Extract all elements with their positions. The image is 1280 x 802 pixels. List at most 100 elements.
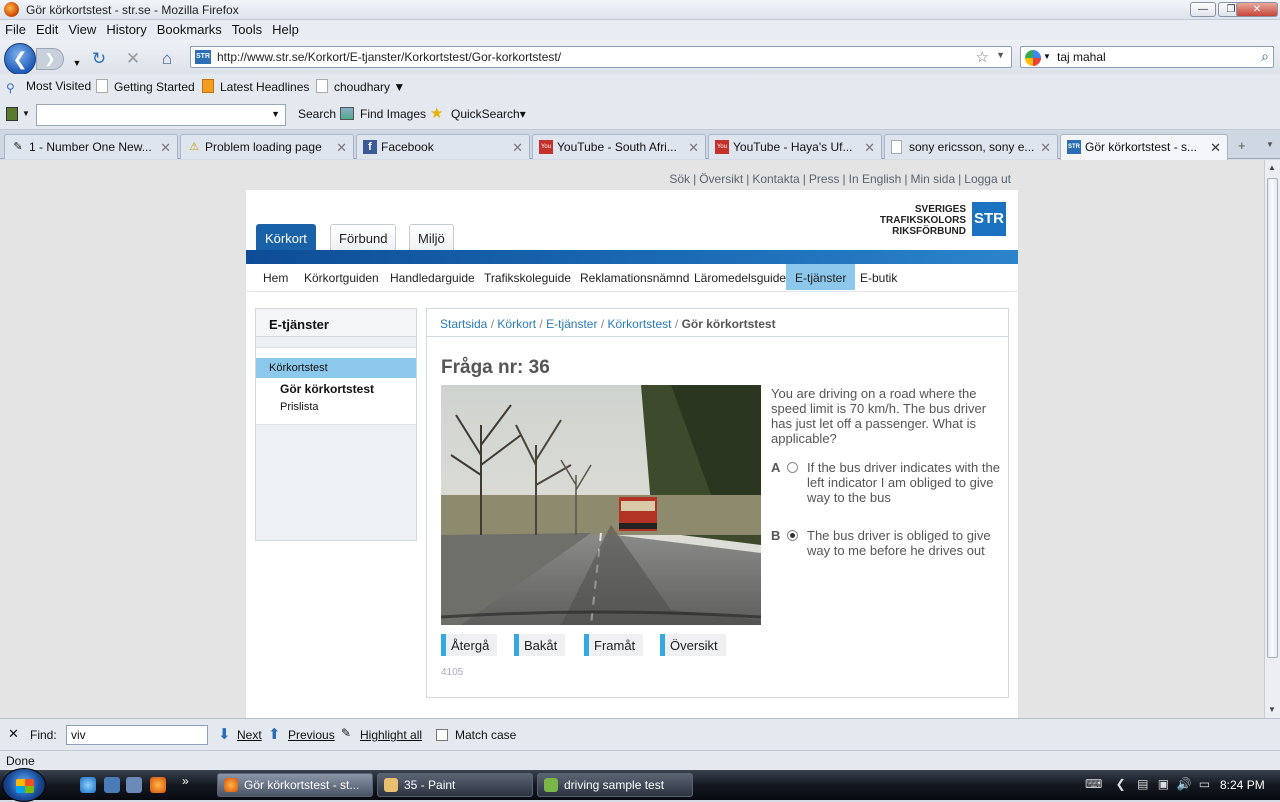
taskbar-driving-sample-test[interactable]: driving sample test [537, 773, 693, 797]
url-text[interactable]: http://www.str.se/Korkort/E-tjanster/Kor… [217, 50, 561, 64]
menu-file[interactable]: File [0, 20, 31, 37]
taskbar-paint[interactable]: 35 - Paint [377, 773, 533, 797]
firefox-quicklaunch-icon[interactable] [150, 777, 166, 793]
keyboard-icon[interactable]: ⌨ [1085, 777, 1102, 791]
menu-bookmarks[interactable]: Bookmarks [152, 20, 227, 37]
link-sok[interactable]: Sök [669, 172, 690, 186]
tab-list-icon[interactable]: ▼ [1266, 140, 1274, 149]
search-engine-dropdown-icon[interactable]: ▼ [1043, 52, 1051, 61]
close-find-icon[interactable]: ✕ [8, 726, 19, 742]
tab-number-one[interactable]: ✎ 1 - Number One New... ✕ [4, 134, 178, 159]
atergaa-button[interactable]: Återgå [441, 634, 498, 656]
scroll-down-icon[interactable]: ▼ [1268, 705, 1276, 714]
match-case-label[interactable]: Match case [455, 728, 516, 742]
breadcrumb-korkortstest[interactable]: Körkortstest [608, 317, 672, 331]
url-bar[interactable]: STR http://www.str.se/Korkort/E-tjanster… [190, 46, 1012, 68]
tab-gor-korkortstest[interactable]: STR Gör körkortstest - s... ✕ [1060, 134, 1228, 160]
scroll-up-icon[interactable]: ▲ [1268, 163, 1276, 172]
google-icon[interactable] [1025, 50, 1041, 66]
subnav-handledarguide[interactable]: Handledarguide [381, 264, 484, 290]
link-kontakta[interactable]: Kontakta [752, 172, 799, 186]
toolbar-search-button[interactable]: Search [298, 107, 336, 121]
bookmark-most-visited[interactable]: ⚲ Most Visited [6, 79, 91, 95]
link-min-sida[interactable]: Min sida [910, 172, 955, 186]
tab-sony-ericsson[interactable]: sony ericsson, sony e... ✕ [884, 134, 1058, 159]
subnav-laromedelsguide[interactable]: Läromedelsguide [685, 264, 795, 290]
sidebar-item-prislista[interactable]: Prislista [280, 401, 319, 413]
toolbar-search-combo[interactable]: ▼ [36, 104, 286, 126]
tab-problem-loading[interactable]: ⚠ Problem loading page ✕ [180, 134, 354, 159]
find-images-button[interactable]: Find Images [360, 107, 426, 121]
str-logo[interactable]: SVERIGES TRAFIKSKOLORS RIKSFÖRBUND STR [876, 202, 1006, 238]
scroll-thumb[interactable] [1267, 178, 1278, 658]
link-logga-ut[interactable]: Logga ut [964, 172, 1011, 186]
chevron-down-icon[interactable]: ▼ [271, 109, 280, 119]
subnav-e-tjanster[interactable]: E-tjänster [786, 264, 856, 290]
taskbar-clock[interactable]: 8:24 PM [1220, 778, 1265, 792]
header-tab-miljo[interactable]: Miljö [409, 224, 454, 250]
vertical-scrollbar[interactable]: ▲ ▼ [1264, 160, 1280, 718]
quicksearch-button[interactable]: QuickSearch▾ [451, 107, 526, 121]
subnav-reklamationsnamnd[interactable]: Reklamationsnämnd [571, 264, 698, 290]
match-case-checkbox[interactable] [436, 729, 448, 741]
find-previous-button[interactable]: Previous [288, 728, 335, 742]
link-oversikt[interactable]: Översikt [699, 172, 743, 186]
link-press[interactable]: Press [809, 172, 840, 186]
header-tab-forbund[interactable]: Förbund [330, 224, 397, 250]
tab-close-icon[interactable]: ✕ [1210, 140, 1221, 156]
search-icon[interactable]: ⌕ [1261, 48, 1269, 65]
tab-close-icon[interactable]: ✕ [336, 140, 347, 156]
history-dropdown-icon[interactable]: ▼ [66, 52, 88, 74]
oversikt-button[interactable]: Översikt [660, 634, 726, 656]
bookmark-latest-headlines[interactable]: Latest Headlines [202, 79, 309, 94]
show-desktop-icon[interactable] [104, 777, 120, 793]
tray-expand-icon[interactable]: ❮ [1116, 777, 1126, 791]
taskbar-firefox[interactable]: Gör körkortstest - st... [217, 773, 373, 797]
tab-facebook[interactable]: f Facebook ✕ [356, 134, 530, 159]
highlight-all-button[interactable]: Highlight all [360, 728, 422, 742]
subnav-trafikskoleguide[interactable]: Trafikskoleguide [475, 264, 580, 290]
bookmark-choudhary[interactable]: choudhary ▼ [316, 79, 405, 94]
switch-windows-icon[interactable] [126, 777, 142, 793]
subnav-e-butik[interactable]: E-butik [851, 264, 906, 290]
new-tab-icon[interactable]: + [1238, 138, 1246, 153]
answer-option-a[interactable]: A If the bus driver indicates with the l… [771, 460, 1003, 505]
option-a-radio[interactable] [787, 462, 798, 473]
tab-close-icon[interactable]: ✕ [512, 140, 523, 156]
tab-close-icon[interactable]: ✕ [864, 140, 875, 156]
framat-button[interactable]: Framåt [584, 634, 644, 656]
forward-button[interactable]: ❯ [36, 48, 64, 70]
tab-close-icon[interactable]: ✕ [688, 140, 699, 156]
stop-icon[interactable]: ✕ [122, 48, 144, 70]
option-b-radio[interactable] [787, 530, 798, 541]
sidebar-item-gor-korkortstest[interactable]: Gör körkortstest [280, 382, 374, 396]
reload-icon[interactable]: ↻ [88, 48, 110, 70]
close-window-button[interactable]: ✕ [1236, 2, 1278, 17]
search-input[interactable]: taj mahal [1057, 50, 1106, 64]
breadcrumb-e-tjanster[interactable]: E-tjänster [546, 317, 597, 331]
sidebar-item-korkortstest[interactable]: Körkortstest [256, 358, 416, 378]
search-bar[interactable]: ▼ taj mahal ⌕ [1020, 46, 1274, 68]
subnav-korkortguiden[interactable]: Körkortguiden [295, 264, 388, 290]
bookmark-star-icon[interactable]: ☆ [976, 48, 989, 66]
menu-tools[interactable]: Tools [227, 20, 267, 37]
home-icon[interactable]: ⌂ [156, 48, 178, 70]
menu-history[interactable]: History [101, 20, 151, 37]
answer-option-b[interactable]: B The bus driver is obliged to give way … [771, 528, 1003, 558]
volume-icon[interactable]: 🔊 [1176, 777, 1191, 791]
breadcrumb-startsida[interactable]: Startsida [440, 317, 487, 331]
menu-view[interactable]: View [63, 20, 101, 37]
subnav-hem[interactable]: Hem [254, 264, 297, 290]
tab-youtube-south-africa[interactable]: You YouTube - South Afri... ✕ [532, 134, 706, 159]
start-button[interactable] [2, 768, 46, 802]
quicklaunch-more-icon[interactable]: » [182, 774, 189, 788]
find-next-button[interactable]: Next [237, 728, 262, 742]
tab-youtube-haya[interactable]: You YouTube - Haya's Uf... ✕ [708, 134, 882, 159]
film-icon[interactable] [6, 107, 18, 121]
bookmark-getting-started[interactable]: Getting Started [96, 79, 195, 94]
menu-edit[interactable]: Edit [31, 20, 63, 37]
tab-close-icon[interactable]: ✕ [1040, 140, 1051, 156]
url-dropdown-icon[interactable]: ▼ [996, 50, 1005, 60]
tab-close-icon[interactable]: ✕ [160, 140, 171, 156]
header-tab-korkort[interactable]: Körkort [256, 224, 316, 250]
